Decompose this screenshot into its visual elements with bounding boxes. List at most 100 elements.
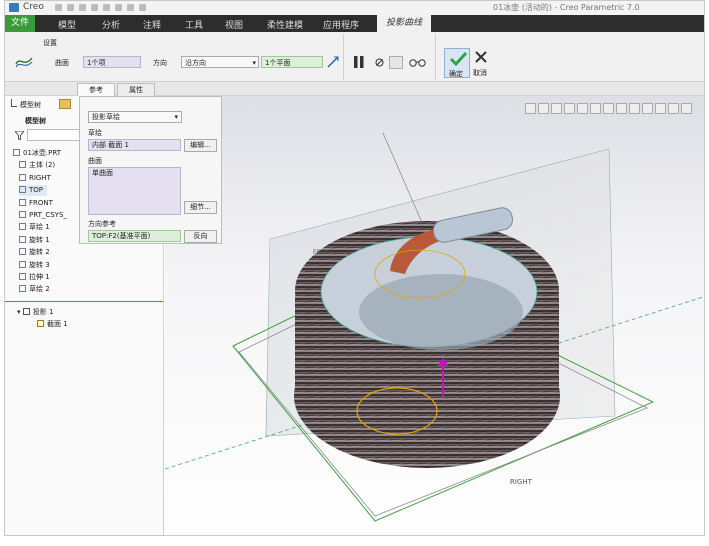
details-button[interactable]: 细节... (184, 201, 217, 214)
tree-row-label: 旋转 2 (29, 248, 50, 257)
projection-mode-select[interactable]: 投影草绘 ▾ (88, 111, 182, 123)
tree-row[interactable]: 主体 (2) (19, 160, 55, 171)
separator (435, 34, 436, 80)
menu-flexible-modeling[interactable]: 柔性建模 (267, 18, 303, 31)
surface-collector[interactable]: 1个项 (83, 56, 141, 68)
no-preview-icon[interactable] (375, 58, 384, 67)
surface-list[interactable]: 单曲面 (88, 167, 181, 215)
dashboard-tabs: 参考 属性 (5, 82, 704, 96)
tree-row[interactable]: 01冰壶.PRT (13, 148, 61, 159)
tree-row-label: 草绘 1 (29, 223, 50, 232)
settings-label: 设置 (43, 39, 57, 47)
tree-row[interactable]: RIGHT (19, 173, 51, 184)
tree-row[interactable]: 草绘 2 (19, 284, 50, 295)
datum-plane-icon (19, 186, 26, 194)
redo-icon[interactable] (103, 4, 110, 11)
tree-row[interactable]: 旋转 2 (19, 247, 50, 258)
datum-plane-icon (19, 173, 26, 181)
model-tree-header: 模型树 (25, 117, 46, 125)
tree-row[interactable]: 旋转 1 (19, 235, 50, 246)
sketch-label: 草绘 (88, 129, 102, 137)
surface-label: 曲面 (55, 59, 69, 67)
menu-applications[interactable]: 应用程序 (323, 18, 359, 31)
tab-projected-curve[interactable]: 投影曲线 (377, 15, 432, 32)
chevron-down-icon: ▾ (252, 59, 256, 67)
tree-row[interactable]: PRT_CSYS_ (19, 210, 67, 221)
tree-row-label: 草绘 2 (29, 285, 50, 294)
tab-reference[interactable]: 参考 (77, 83, 115, 96)
new-icon[interactable] (55, 4, 62, 11)
tree-row-label: 旋转 3 (29, 260, 50, 269)
tree-row[interactable]: 草绘 1 (19, 222, 50, 233)
checkmark-icon (449, 51, 468, 67)
tree-row-label: 主体 (2) (29, 161, 56, 170)
menu-model[interactable]: 模型 (58, 18, 76, 31)
flip-direction-icon[interactable] (327, 56, 339, 68)
tree-row-label: 拉伸 1 (29, 273, 50, 281)
sketch-icon (19, 223, 26, 231)
direction-reference-collector[interactable]: TOP:F2(基准平面) (88, 230, 181, 242)
revolve-icon (19, 248, 26, 256)
pause-icon[interactable] (353, 56, 365, 68)
menu-file[interactable]: 文件 (5, 15, 35, 32)
model-tree-tab[interactable]: 模型树 (11, 99, 41, 111)
tree-row[interactable]: 拉伸 1 (19, 272, 50, 283)
title-bar: Creo 01冰壶 (活动的) - Creo Parametric 7.0 (5, 1, 704, 15)
cancel-button[interactable]: 取消 (471, 48, 493, 78)
save-icon[interactable] (79, 4, 86, 11)
geometry-preview-icon[interactable] (389, 56, 403, 69)
window-title: 01冰壶 (活动的) - Creo Parametric 7.0 (493, 3, 640, 12)
tree-row[interactable]: FRONT (19, 198, 53, 209)
insert-indicator-line (5, 301, 163, 302)
flip-button[interactable]: 反向 (184, 230, 217, 243)
tree-search-input[interactable] (27, 129, 83, 141)
right-plane-tag: RIGHT (510, 478, 533, 486)
projection-curve-icon (22, 308, 30, 315)
menu-analysis[interactable]: 分析 (102, 18, 120, 31)
menu-tools[interactable]: 工具 (185, 18, 203, 31)
direction-select[interactable]: 沿方向 ▾ (181, 56, 259, 68)
separator (343, 34, 344, 80)
tree-row-label: 01冰壶.PRT (23, 149, 61, 157)
open-icon[interactable] (67, 4, 74, 11)
csys-icon (19, 211, 26, 218)
tree-icon (11, 99, 17, 107)
front-plane-tag: FRONT (313, 249, 334, 256)
sketch-icon (37, 320, 44, 327)
tab-properties[interactable]: 属性 (117, 83, 155, 96)
close-window-icon[interactable] (139, 4, 146, 11)
chevron-down-icon: ▾ (174, 113, 178, 121)
tree-row-projection[interactable]: ▾ 投影 1 (17, 307, 53, 318)
tree-row[interactable]: 旋转 3 (19, 260, 50, 271)
revolve-icon (19, 235, 26, 243)
edit-button[interactable]: 编辑... (184, 139, 217, 152)
menu-view[interactable]: 视图 (225, 18, 243, 31)
direction-reference-label: 方向参考 (88, 220, 116, 228)
filter-icon[interactable] (13, 130, 26, 141)
ribbon-tab-bar: 文件 模型 分析 注释 工具 视图 柔性建模 应用程序 投影曲线 (5, 15, 704, 32)
creo-window: Creo 01冰壶 (活动的) - Creo Parametric 7.0 文件… (4, 0, 705, 536)
sketch-collector[interactable]: 内部 截面 1 (88, 139, 181, 151)
reference-panel: 投影草绘 ▾ 草绘 内部 截面 1 编辑... 曲面 单曲面 细节... 方向参考… (79, 96, 222, 244)
undo-icon[interactable] (91, 4, 98, 11)
direction-plane-collector[interactable]: 1个平面 (261, 56, 323, 68)
folder-browser-tab-icon[interactable] (59, 99, 71, 109)
graphics-window[interactable]: RIGHT FRONT (165, 96, 704, 535)
tree-row-label: RIGHT (29, 173, 51, 182)
tree-row-label: 旋转 1 (29, 235, 50, 244)
regenerate-icon[interactable] (115, 4, 122, 11)
tree-row-section[interactable]: 截面 1 (37, 319, 68, 330)
menu-annotate[interactable]: 注释 (143, 18, 161, 31)
direction-label: 方向 (153, 59, 167, 67)
projection-feature-icon (15, 54, 33, 68)
verify-glasses-icon[interactable] (409, 58, 427, 67)
ok-button[interactable]: 确定 (444, 48, 470, 78)
app-name: Creo (23, 2, 44, 12)
tree-row[interactable]: TOP (19, 185, 48, 197)
body-icon (19, 161, 26, 169)
extrude-icon (19, 273, 26, 280)
windows-icon[interactable] (127, 4, 134, 11)
projection-dashboard: 设置 曲面 1个项 方向 沿方向 ▾ 1个平面 确定 取消 (5, 32, 704, 82)
close-icon (475, 51, 487, 63)
tree-row-label: PRT_CSYS_ (29, 211, 67, 219)
